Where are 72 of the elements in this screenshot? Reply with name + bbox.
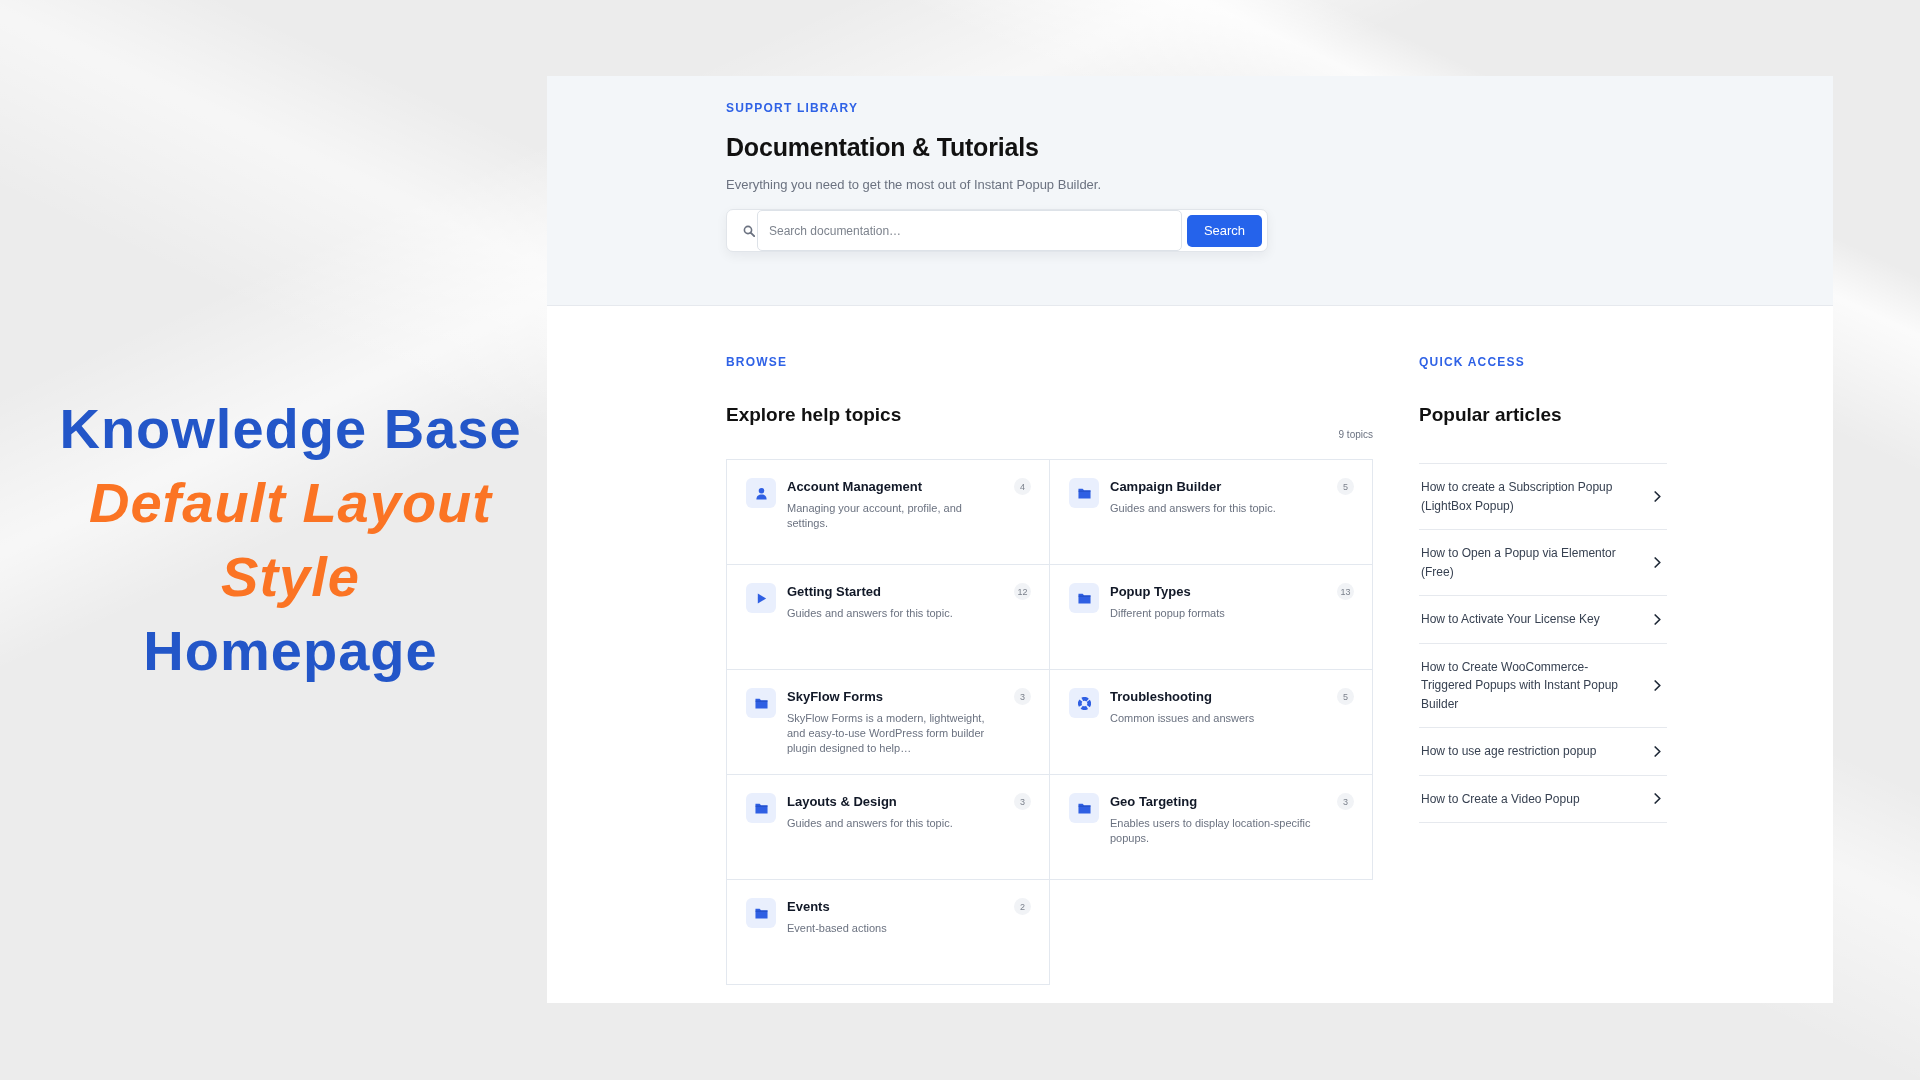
topic-card[interactable]: Troubleshooting Common issues and answers 5 [1050,670,1373,775]
chevron-right-icon [1654,745,1661,757]
search-icon [743,224,755,237]
page-subtitle: Everything you need to get the most out of Instant Popup Builder. [726,176,1103,194]
chevron-right-icon [1654,491,1661,502]
headline-text: Style [221,544,360,610]
search-field[interactable]: Search documentation… [757,210,1182,251]
topic-title: Layouts & Design [787,793,898,811]
section-label: BROWSE [726,354,789,370]
topic-title: Account Management [787,478,924,496]
article-link[interactable]: How to Create a Video Popup [1419,775,1667,823]
headline-text: Knowledge Base [59,396,522,462]
lifebuoy-icon [1069,688,1099,718]
count-badge: 3 [1337,793,1354,810]
count-badge: 5 [1337,478,1354,495]
article-link[interactable]: How to Activate Your License Key [1419,596,1667,644]
article-link[interactable]: How to create a Subscription Popup (LightBox Popup) [1419,464,1667,530]
topic-title: Events [787,898,831,916]
topic-description: Event-based actions [787,921,888,936]
count-badge: 3 [1014,688,1031,705]
play-icon [746,583,776,613]
article-link[interactable]: How to Open a Popup via Elementor (Free) [1419,530,1667,596]
section-title: Popular articles [1419,403,1563,427]
topic-title: SkyFlow Forms [787,688,885,706]
folder-icon [1069,478,1099,508]
topic-card[interactable]: Account Management Managing your account, profile, and settings. 4 [727,460,1050,565]
chevron-right-icon [1654,793,1661,805]
topic-card[interactable]: Events Event-based actions 2 [727,880,1050,985]
topic-title: Getting Started [787,583,882,601]
topic-description: Guides and answers for this topic. [787,816,954,831]
count-badge: 2 [1014,898,1031,915]
count-badge: 3 [1014,793,1031,810]
folder-icon [746,793,776,823]
chevron-right-icon [1654,557,1661,568]
topic-description: Guides and answers for this topic. [1110,501,1277,516]
topic-description: Enables users to display location-specific popups. [1110,816,1312,846]
folder-icon [746,688,776,718]
folder-icon [746,898,776,928]
topic-card[interactable]: Geo Targeting Enables users to display location-specific popups. 3 [1050,775,1373,880]
topic-count: 9 topics [1338,428,1373,442]
topic-title: Geo Targeting [1110,793,1199,811]
topic-description: Managing your account, profile, and settings. [787,501,963,531]
headline-text: Default Layout [89,470,492,536]
topic-card[interactable]: SkyFlow Forms SkyFlow Forms is a modern, lightweight, and easy-to-use WordPress form builder plugin designed to help… 3 [727,670,1050,775]
headline-text: Homepage [143,618,438,684]
section-title: Explore help topics [726,403,903,427]
topic-title: Popup Types [1110,583,1192,601]
count-badge: 13 [1337,583,1354,600]
chevron-right-icon [1654,679,1661,691]
topic-card[interactable]: Layouts & Design Guides and answers for this topic. 3 [727,775,1050,880]
search-button[interactable]: Search [1187,214,1262,247]
topic-description: SkyFlow Forms is a modern, lightweight, and easy-to-use WordPress form builder plugin designed to help… [787,711,986,756]
count-badge: 12 [1014,583,1031,600]
topic-title: Campaign Builder [1110,478,1223,496]
topic-description: Common issues and answers [1110,711,1256,726]
article-link[interactable]: How to use age restriction popup [1419,728,1667,776]
article-link[interactable]: How to Create WooCommerce-Triggered Popups with Instant Popup Builder [1419,643,1667,728]
section-label: QUICK ACCESS [1419,354,1526,370]
folder-icon [1069,793,1099,823]
topic-title: Troubleshooting [1110,688,1213,706]
topic-description: Different popup formats [1110,606,1226,621]
person-icon [746,478,776,508]
topic-description: Guides and answers for this topic. [787,606,954,621]
count-badge: 4 [1014,478,1031,495]
page-title: Documentation & Tutorials [726,132,1040,163]
section-label: SUPPORT LIBRARY [726,100,860,116]
count-badge: 5 [1337,688,1354,705]
topic-card[interactable]: Popup Types Different popup formats 13 [1050,565,1373,670]
topic-card[interactable]: Campaign Builder Guides and answers for this topic. 5 [1050,460,1373,565]
folder-icon [1069,583,1099,613]
topic-card[interactable]: Getting Started Guides and answers for this topic. 12 [727,565,1050,670]
chevron-right-icon [1654,613,1661,625]
